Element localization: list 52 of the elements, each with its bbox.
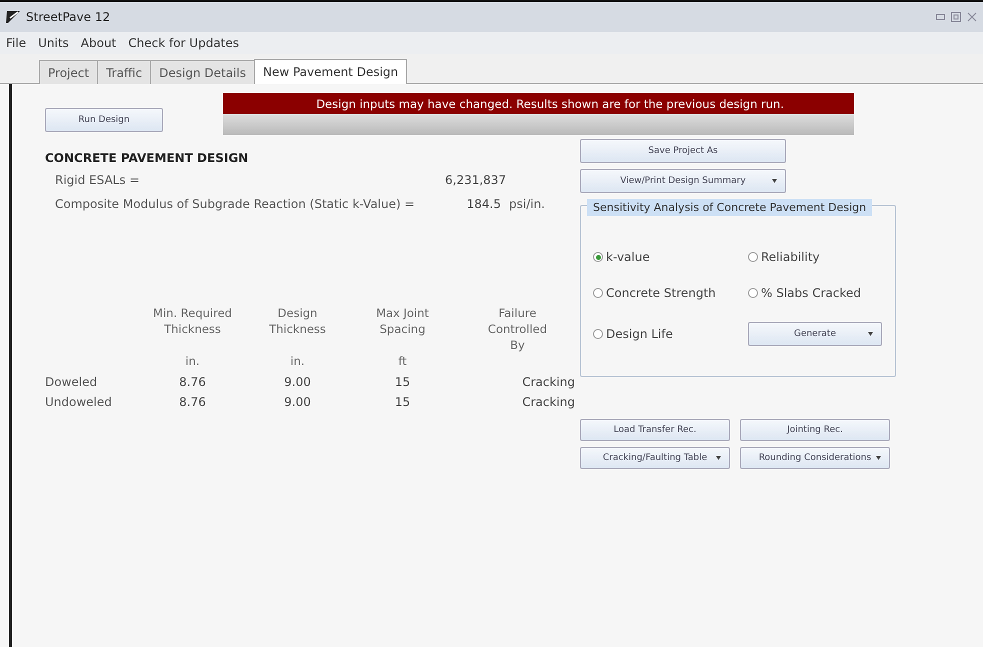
action-button[interactable]: Save Project As <box>580 139 786 163</box>
row-label: Doweled <box>45 375 98 389</box>
warning-banner: Design inputs may have changed. Results shown are for the previous design run. <box>223 93 854 114</box>
column-header: Min. Required Thickness in. <box>152 305 233 369</box>
table-cell-text: 15 <box>394 395 412 409</box>
dropdown-button[interactable]: Cracking/Faulting Table <box>580 447 730 469</box>
radio-option[interactable]: Concrete Strength <box>593 286 748 300</box>
tab[interactable]: Traffic <box>97 60 152 84</box>
k-value-label: Composite Modulus of Subgrade Reaction (Static k-Value) = <box>55 197 416 211</box>
column-header: Max Joint Spacing ft <box>375 305 430 369</box>
menu-item[interactable]: About <box>80 36 116 50</box>
close-icon[interactable] <box>967 12 977 22</box>
section-title: CONCRETE PAVEMENT DESIGN <box>45 151 250 165</box>
app-logo-icon <box>6 11 20 23</box>
dropdown-button[interactable]: View/Print Design Summary <box>580 169 786 193</box>
esals-value: 6,231,837 <box>445 173 508 187</box>
run-design-button[interactable]: Run Design <box>45 108 163 132</box>
menu-item[interactable]: Units <box>38 36 69 50</box>
radio-option[interactable]: Reliability <box>748 250 898 264</box>
column-header: Design Thickness in. <box>268 305 327 369</box>
radio-option[interactable]: % Slabs Cracked <box>748 286 898 300</box>
radio-option[interactable]: k-value <box>593 250 748 264</box>
k-value-value: 184.5 <box>466 197 502 211</box>
menu-item[interactable]: File <box>6 36 26 50</box>
table-cell-text: Cracking <box>521 395 575 409</box>
tab[interactable]: Design Details <box>150 60 255 84</box>
menu-item[interactable]: Check for Updates <box>128 36 240 50</box>
table-cell-text: 8.76 <box>178 375 207 389</box>
table-cell-text: 9.00 <box>283 395 312 409</box>
table-cell-text: 8.76 <box>178 395 207 409</box>
dropdown-button[interactable]: Generate <box>748 322 882 346</box>
tab[interactable]: New Pavement Design <box>254 59 408 84</box>
column-header: Failure Controlled By <box>486 305 548 353</box>
maximize-icon[interactable] <box>951 12 961 22</box>
caret-icon <box>716 456 721 460</box>
caret-icon <box>868 332 873 336</box>
row-label: Undoweled <box>45 395 113 409</box>
tab[interactable]: Project <box>39 60 98 84</box>
esals-label: Rigid ESALs = <box>55 173 140 187</box>
radio-option[interactable]: Design Life <box>593 327 748 341</box>
group-title: Sensitivity Analysis of Concrete Pavement Design <box>587 199 872 216</box>
table-cell-text: Cracking <box>521 375 575 389</box>
table-cell-text: 15 <box>394 375 412 389</box>
caret-icon <box>772 179 777 183</box>
action-button[interactable]: Jointing Rec. <box>740 419 890 441</box>
table-cell-text: 9.00 <box>283 375 312 389</box>
caret-icon <box>876 456 881 460</box>
minimize-icon[interactable] <box>936 14 945 20</box>
window-title: StreetPave 12 <box>26 10 112 24</box>
action-button[interactable]: Load Transfer Rec. <box>580 419 730 441</box>
dropdown-button[interactable]: Rounding Considerations <box>740 447 890 469</box>
k-value-unit: psi/in. <box>509 197 546 211</box>
